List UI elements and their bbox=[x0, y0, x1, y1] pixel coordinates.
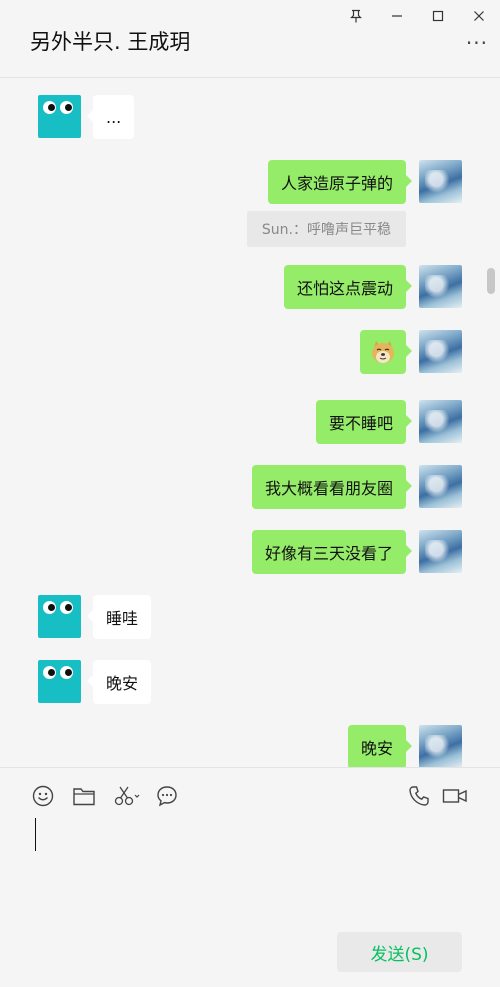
message-row: 晚安 bbox=[0, 660, 500, 704]
message-bubble[interactable]: 人家造原子弹的 bbox=[267, 160, 413, 204]
message-row bbox=[0, 330, 500, 374]
message-row: 睡哇 bbox=[0, 595, 500, 639]
folder-icon[interactable] bbox=[72, 784, 96, 808]
message-row: 人家造原子弹的 bbox=[0, 160, 500, 204]
message-bubble[interactable]: 好像有三天没看了 bbox=[251, 530, 413, 574]
message-bubble[interactable]: 晚安 bbox=[86, 660, 152, 704]
phone-icon[interactable] bbox=[407, 784, 431, 808]
more-options-icon[interactable]: ··· bbox=[466, 33, 488, 53]
minimize-icon[interactable] bbox=[382, 3, 412, 29]
emoji-icon[interactable] bbox=[31, 784, 55, 808]
message-bubble[interactable]: ... bbox=[86, 95, 135, 139]
message-list[interactable]: ... 人家造原子弹的 Sun.：呼噜声巨平稳 还怕这点震动 要不睡吧 我大概看… bbox=[0, 78, 500, 767]
friend-avatar[interactable] bbox=[38, 95, 81, 138]
message-bubble[interactable]: 晚安 bbox=[347, 725, 413, 767]
text-input[interactable] bbox=[35, 818, 36, 851]
self-avatar[interactable] bbox=[419, 330, 462, 373]
maximize-icon[interactable] bbox=[423, 3, 453, 29]
chat-title: 另外半只. 王成玥 bbox=[30, 30, 191, 54]
message-row: 晚安 bbox=[0, 725, 500, 767]
chat-scrollbar[interactable] bbox=[487, 268, 495, 294]
message-bubble[interactable]: 睡哇 bbox=[86, 595, 152, 639]
friend-avatar[interactable] bbox=[38, 595, 81, 638]
message-row: ... bbox=[0, 95, 500, 139]
sticker-bubble[interactable] bbox=[360, 330, 412, 374]
title-bar: 另外半只. 王成玥 ··· bbox=[0, 0, 500, 78]
self-avatar[interactable] bbox=[419, 160, 462, 203]
self-avatar[interactable] bbox=[419, 530, 462, 573]
scissors-icon[interactable] bbox=[113, 784, 141, 808]
message-row: 还怕这点震动 bbox=[0, 265, 500, 309]
self-avatar[interactable] bbox=[419, 725, 462, 767]
message-row: 我大概看看朋友圈 bbox=[0, 465, 500, 509]
message-bubble[interactable]: 我大概看看朋友圈 bbox=[251, 465, 413, 509]
message-row: 好像有三天没看了 bbox=[0, 530, 500, 574]
message-bubble[interactable]: 还怕这点震动 bbox=[283, 265, 413, 309]
video-call-icon[interactable] bbox=[442, 784, 468, 808]
doge-emoji-icon bbox=[372, 341, 394, 363]
close-icon[interactable] bbox=[464, 3, 494, 29]
input-toolbar bbox=[0, 768, 500, 818]
quoted-message[interactable]: Sun.：呼噜声巨平稳 bbox=[246, 211, 406, 247]
self-avatar[interactable] bbox=[419, 465, 462, 508]
send-button[interactable]: 发送(S) bbox=[337, 932, 462, 972]
self-avatar[interactable] bbox=[419, 400, 462, 443]
friend-avatar[interactable] bbox=[38, 660, 81, 703]
message-bubble[interactable]: 要不睡吧 bbox=[315, 400, 413, 444]
message-row: 要不睡吧 bbox=[0, 400, 500, 444]
chat-history-icon[interactable] bbox=[155, 784, 179, 808]
self-avatar[interactable] bbox=[419, 265, 462, 308]
pin-icon[interactable] bbox=[341, 3, 371, 29]
